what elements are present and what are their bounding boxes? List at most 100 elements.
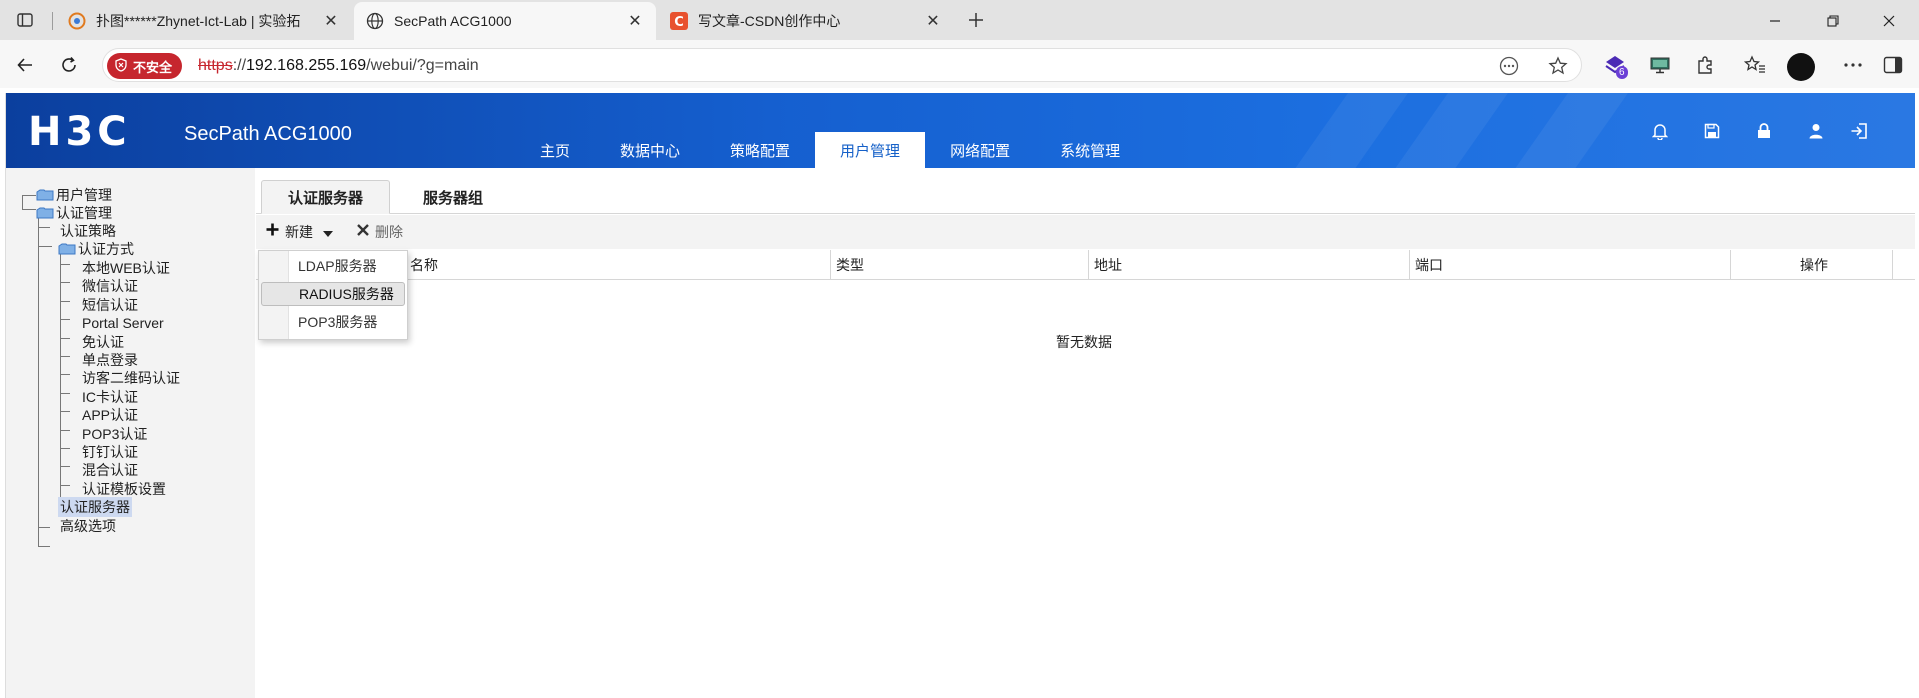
new-label: 新建 [285, 224, 313, 240]
tab-server-group[interactable]: 服务器组 [397, 180, 509, 214]
folder-open-icon [58, 243, 76, 255]
url-separator: :// [232, 57, 247, 74]
plus-icon [266, 223, 279, 241]
tab-zhynet[interactable]: 扑图******Zhynet-Ict-Lab | 实验拓 ✕ [56, 2, 352, 40]
app-header: H3C SecPath ACG1000 主页 数据中心 策略配置 用户管理 网络… [6, 93, 1915, 168]
column-divider [1409, 250, 1410, 280]
restore-icon[interactable] [1810, 8, 1856, 34]
column-port[interactable]: 端口 [1411, 250, 1443, 280]
tab-title: SecPath ACG1000 [394, 13, 512, 29]
x-delete-icon [357, 223, 369, 241]
tree-line [22, 209, 36, 210]
tree-line [60, 374, 70, 375]
tree-label: 访客二维码认证 [82, 370, 180, 386]
tab-title: 扑图******Zhynet-Ict-Lab | 实验拓 [96, 13, 301, 29]
close-tab-icon[interactable]: ✕ [322, 12, 340, 30]
tab-title: 写文章-CSDN创作中心 [698, 13, 841, 29]
minimize-icon[interactable] [1752, 8, 1798, 34]
tab-auth-server[interactable]: 认证服务器 [261, 180, 391, 214]
tree-line [60, 411, 70, 412]
nav-system-management[interactable]: 系统管理 [1035, 132, 1145, 168]
nav-user-management[interactable]: 用户管理 [815, 132, 926, 168]
profile-avatar[interactable] [1787, 53, 1815, 81]
tab-secpath[interactable]: SecPath ACG1000 ✕ [354, 2, 656, 40]
column-name[interactable]: 名称 [406, 250, 438, 280]
tree-line [22, 195, 36, 196]
app-frame: H3C SecPath ACG1000 主页 数据中心 策略配置 用户管理 网络… [5, 93, 1915, 698]
tree-line [38, 527, 50, 528]
nav-home[interactable]: 主页 [515, 132, 595, 168]
monitor-extension-icon[interactable] [1647, 52, 1673, 78]
empty-table-message: 暂无数据 [1056, 334, 1112, 350]
table-header: 名称 类型 地址 端口 操作 [256, 250, 1915, 280]
caret-down-icon[interactable] [323, 224, 333, 240]
tree-line [60, 252, 61, 509]
new-tab-icon[interactable] [962, 6, 990, 34]
tree-line [60, 301, 70, 302]
more-dots-circle-icon[interactable] [1498, 55, 1520, 77]
bell-icon[interactable] [1649, 120, 1671, 142]
favorite-star-icon[interactable] [1547, 55, 1569, 77]
delete-button[interactable]: 删除 [357, 222, 403, 242]
close-tab-icon[interactable]: ✕ [924, 12, 942, 30]
tree-line [60, 485, 70, 486]
close-window-icon[interactable] [1866, 8, 1912, 34]
new-button[interactable]: 新建 [266, 222, 333, 242]
browser-toolbar: 不安全 https://192.168.255.169/webui/?g=mai… [0, 40, 1919, 88]
tree-label: Portal Server [82, 315, 164, 331]
tree-line [60, 466, 70, 467]
tree-label: 认证服务器 [58, 497, 132, 517]
column-divider [1892, 250, 1893, 280]
nav-policy-config[interactable]: 策略配置 [705, 132, 815, 168]
tree-line [60, 356, 70, 357]
nav-network-config[interactable]: 网络配置 [925, 132, 1035, 168]
csdn-favicon-icon: C [670, 12, 688, 30]
address-bar[interactable]: 不安全 https://192.168.255.169/webui/?g=mai… [102, 48, 1582, 82]
back-arrow-icon[interactable] [10, 50, 40, 80]
tree-line [38, 212, 39, 546]
sub-tabs: 认证服务器 服务器组 [256, 168, 1915, 214]
delete-label: 删除 [375, 224, 403, 240]
column-actions: 操作 [1800, 257, 1828, 273]
zhynet-favicon-icon [68, 12, 86, 30]
tree-line [60, 430, 70, 431]
column-divider [830, 250, 831, 280]
menu-item-pop3-server[interactable]: POP3服务器 [261, 310, 405, 334]
column-type[interactable]: 类型 [832, 250, 864, 280]
lock-icon[interactable] [1753, 120, 1775, 142]
extension-purple-icon[interactable]: 6 [1602, 52, 1628, 79]
tab-separator [52, 12, 53, 30]
url-text[interactable]: https://192.168.255.169/webui/?g=main [198, 57, 479, 75]
tree-label: 高级选项 [60, 518, 116, 534]
nav-data-center[interactable]: 数据中心 [595, 132, 705, 168]
extension-badge: 6 [1616, 66, 1628, 79]
tab-csdn[interactable]: C 写文章-CSDN创作中心 ✕ [658, 2, 954, 40]
user-icon[interactable] [1805, 120, 1827, 142]
tree-line [60, 282, 70, 283]
main-content: 认证服务器 服务器组 新建 删除 名称 类型 地址 端口 操作 暂无数据 [256, 168, 1915, 698]
logout-icon[interactable] [1848, 120, 1870, 142]
folder-icon [36, 189, 54, 201]
save-icon[interactable] [1701, 120, 1723, 142]
sidebar-toggle-icon[interactable] [1880, 52, 1906, 78]
column-address[interactable]: 地址 [1090, 250, 1122, 280]
more-menu-icon[interactable] [1840, 52, 1866, 78]
tree-label: 混合认证 [82, 462, 138, 478]
favorites-list-icon[interactable] [1742, 52, 1768, 78]
not-secure-badge[interactable]: 不安全 [107, 53, 183, 79]
svg-text:C: C [674, 15, 684, 30]
sidebar-tree: 用户管理 认证管理 认证策略 认证方式 本地WEB认证 微信认证 短信认证 Po… [6, 168, 255, 698]
shield-warning-icon [115, 57, 127, 75]
h3c-logo: H3C [28, 109, 131, 155]
puzzle-extensions-icon[interactable] [1692, 52, 1718, 78]
menu-item-radius-server[interactable]: RADIUS服务器 [261, 282, 405, 306]
tree-label: 认证方式 [78, 241, 134, 257]
tree-line [38, 227, 50, 228]
reload-icon[interactable] [54, 50, 84, 80]
close-tab-icon[interactable]: ✕ [626, 12, 644, 30]
tree-line [60, 338, 70, 339]
tab-actions-icon[interactable] [9, 8, 41, 32]
tree-advanced-options[interactable]: 高级选项 [60, 515, 116, 537]
menu-item-ldap-server[interactable]: LDAP服务器 [261, 254, 405, 278]
tree-line [60, 393, 70, 394]
